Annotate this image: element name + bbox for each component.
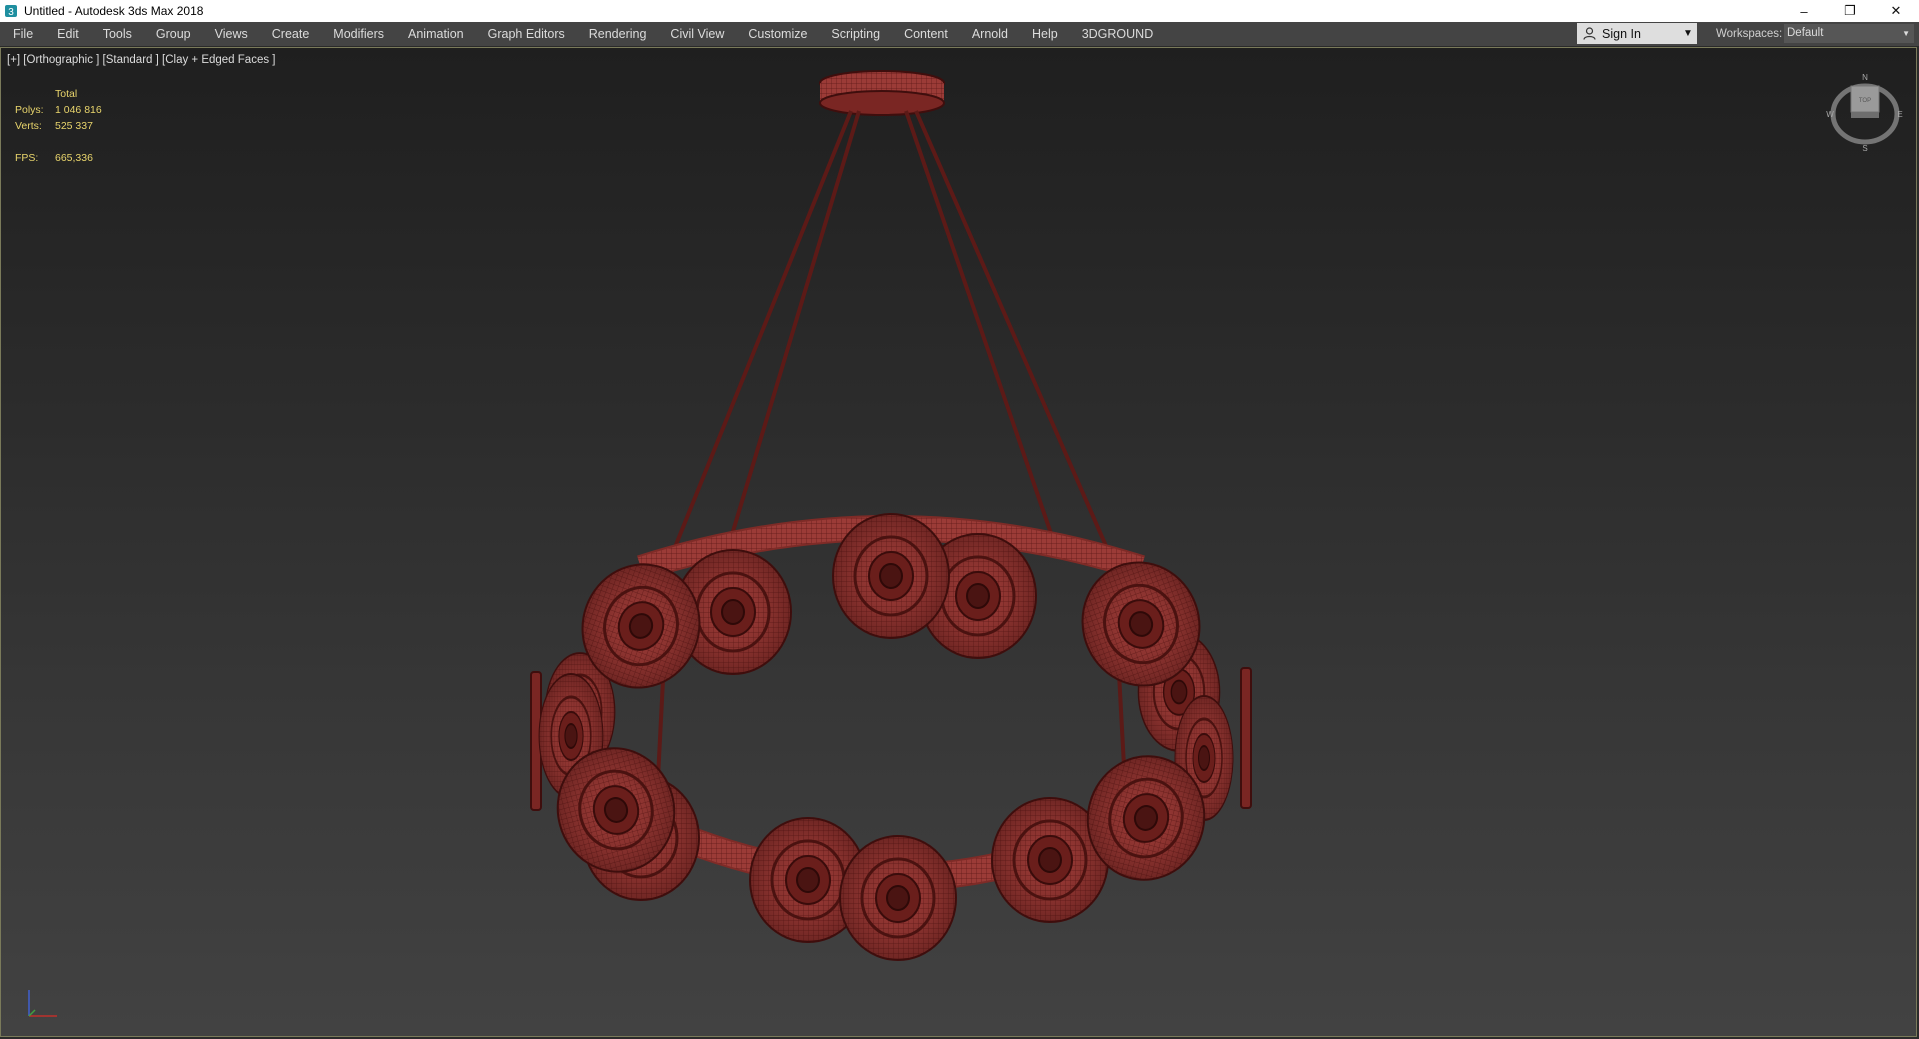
verts-value: 525 337	[55, 120, 93, 132]
chevron-down-icon: ▼	[1902, 29, 1910, 38]
workspaces-label: Workspaces:	[1716, 28, 1783, 40]
axis-tripod-icon	[28, 990, 57, 1017]
verts-label: Verts:	[15, 120, 42, 132]
3dsmax-app-icon: 3	[5, 5, 17, 18]
window-title: Untitled - Autodesk 3ds Max 2018	[24, 4, 204, 18]
sign-in-dropdown-icon[interactable]: ▼	[1679, 28, 1697, 39]
menu-rendering[interactable]: Rendering	[577, 22, 659, 46]
viewport-statistics: Total Polys: 1 046 816 Verts: 525 337 FPS:…	[15, 86, 102, 166]
menu-arnold[interactable]: Arnold	[960, 22, 1020, 46]
menu-modifiers[interactable]: Modifiers	[321, 22, 396, 46]
menu-customize[interactable]: Customize	[736, 22, 819, 46]
fps-value: 665,336	[55, 152, 93, 164]
compass-west: W	[1826, 110, 1834, 119]
menu-bar: File Edit Tools Group Views Create Modif…	[0, 22, 1919, 47]
menu-animation[interactable]: Animation	[396, 22, 476, 46]
sign-in-label: Sign In	[1602, 26, 1641, 41]
compass-south: S	[1862, 144, 1867, 152]
sign-in-button[interactable]: Sign In ▼	[1577, 23, 1697, 44]
minimize-button[interactable]: –	[1781, 0, 1827, 22]
close-button[interactable]: ✕	[1873, 0, 1919, 22]
viewcube-face[interactable]: TOP	[1859, 98, 1871, 104]
perspective-viewport[interactable]: [+] [Orthographic ] [Standard ] [Clay + …	[0, 47, 1917, 1037]
polys-value: 1 046 816	[55, 104, 102, 116]
menu-views[interactable]: Views	[203, 22, 260, 46]
title-bar: 3 Untitled - Autodesk 3ds Max 2018 – ❐ ✕	[0, 0, 1919, 22]
menu-create[interactable]: Create	[260, 22, 322, 46]
polys-label: Polys:	[15, 104, 44, 116]
compass-north: N	[1862, 73, 1868, 82]
fps-label: FPS:	[15, 152, 39, 164]
workspace-value: Default	[1787, 27, 1824, 39]
restore-button[interactable]: ❐	[1827, 0, 1873, 22]
menu-civil-view[interactable]: Civil View	[658, 22, 736, 46]
menu-scripting[interactable]: Scripting	[819, 22, 892, 46]
viewport-label[interactable]: [+] [Orthographic ] [Standard ] [Clay + …	[7, 54, 275, 66]
viewcube-icon[interactable]: TOP N S E W	[1825, 72, 1905, 152]
compass-east: E	[1897, 110, 1902, 119]
menu-3dground[interactable]: 3DGROUND	[1070, 22, 1166, 46]
chandelier-model[interactable]	[1, 48, 1916, 1036]
menu-edit[interactable]: Edit	[45, 22, 91, 46]
menu-graph-editors[interactable]: Graph Editors	[476, 22, 577, 46]
svg-text:3: 3	[8, 7, 14, 18]
stats-header: Total	[55, 88, 78, 100]
workspace-select[interactable]: Default ▼	[1784, 24, 1914, 43]
user-icon	[1583, 27, 1596, 40]
menu-group[interactable]: Group	[144, 22, 203, 46]
menu-help[interactable]: Help	[1020, 22, 1070, 46]
menu-tools[interactable]: Tools	[91, 22, 144, 46]
menu-content[interactable]: Content	[892, 22, 960, 46]
menu-file[interactable]: File	[0, 22, 45, 46]
